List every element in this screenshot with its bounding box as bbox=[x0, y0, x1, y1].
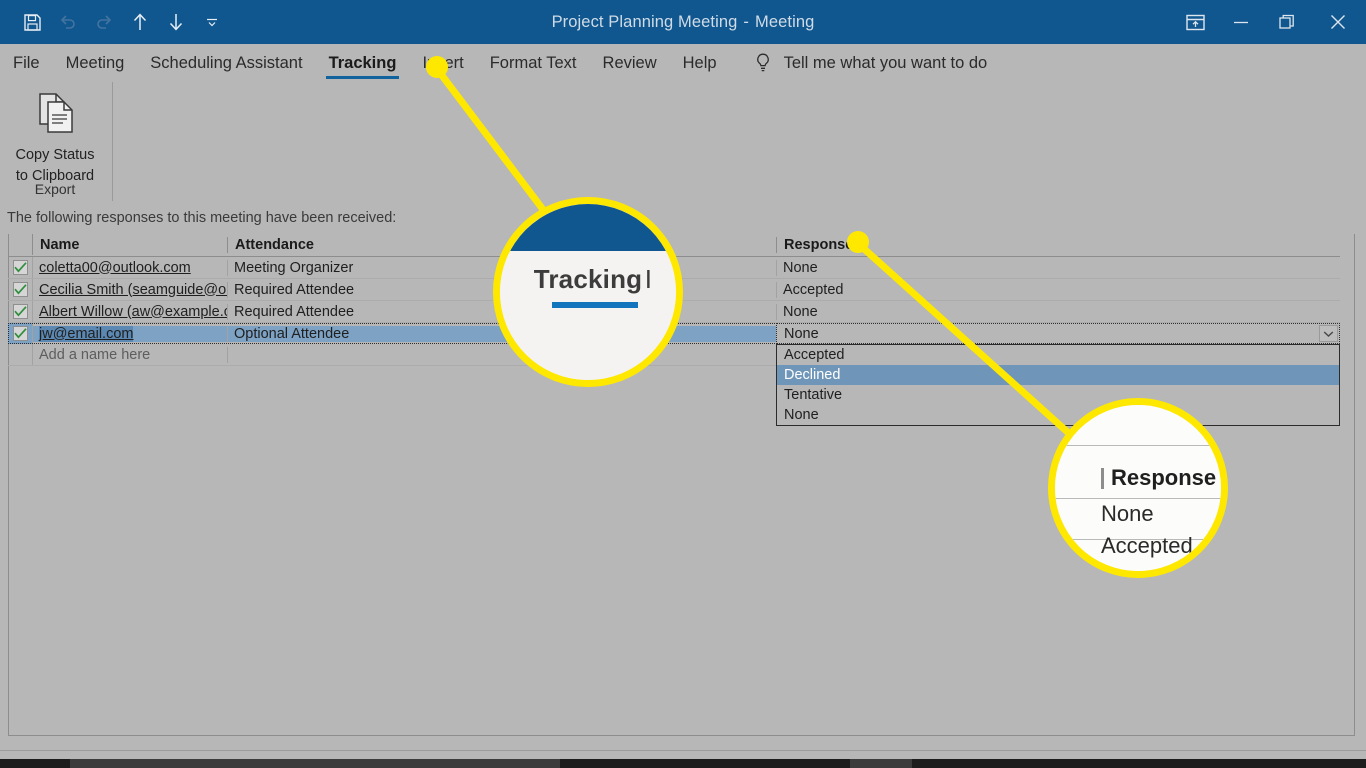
checkmark-icon bbox=[12, 304, 28, 319]
row-response[interactable]: None bbox=[777, 304, 1340, 320]
quick-access-toolbar bbox=[14, 0, 230, 44]
window-title-suffix: Meeting bbox=[755, 12, 815, 31]
header-cell-attendance[interactable]: Attendance bbox=[228, 236, 777, 253]
row-name-text: Albert Willow (aw@example.com bbox=[39, 303, 227, 320]
row-name[interactable]: Cecilia Smith (seamguide@outlo bbox=[33, 281, 228, 298]
row-checkbox-empty[interactable] bbox=[8, 344, 33, 365]
taskbar-tile[interactable] bbox=[850, 759, 912, 768]
tab-help-label: Help bbox=[682, 53, 717, 72]
tracking-table: Name Attendance Response coletta00@outlo… bbox=[8, 233, 1340, 426]
row-name-text: jw@email.com bbox=[39, 325, 134, 342]
tab-format-text-label: Format Text bbox=[489, 53, 577, 72]
response-dropdown-list[interactable]: Accepted Declined Tentative None bbox=[776, 344, 1340, 426]
dropdown-option-tentative[interactable]: Tentative bbox=[777, 385, 1339, 405]
restore-icon[interactable] bbox=[1264, 0, 1310, 44]
next-item-icon[interactable] bbox=[158, 5, 194, 39]
taskbar-tile[interactable] bbox=[70, 759, 560, 768]
row-response[interactable]: None bbox=[777, 260, 1340, 276]
add-a-name-here-cell[interactable]: Add a name here bbox=[33, 346, 228, 363]
header-cell-name[interactable]: Name bbox=[33, 236, 228, 253]
tell-me-label: Tell me what you want to do bbox=[783, 53, 988, 72]
tab-scheduling-assistant[interactable]: Scheduling Assistant bbox=[137, 44, 315, 82]
table-header-row: Name Attendance Response bbox=[8, 233, 1340, 257]
tab-tracking[interactable]: Tracking bbox=[316, 44, 410, 82]
tab-insert[interactable]: Insert bbox=[409, 44, 476, 82]
tab-insert-label: Insert bbox=[422, 53, 464, 72]
minimize-icon[interactable] bbox=[1218, 0, 1264, 44]
tab-meeting-label: Meeting bbox=[65, 53, 125, 72]
ribbon-group-export: Copy Status to Clipboard Export bbox=[0, 82, 113, 201]
row-name-text: Cecilia Smith (seamguide@outlo bbox=[39, 281, 227, 298]
redo-icon[interactable] bbox=[86, 5, 122, 39]
row-name[interactable]: Albert Willow (aw@example.com bbox=[33, 303, 228, 320]
row-attendance[interactable]: Optional Attendee bbox=[228, 325, 777, 342]
customize-quick-access-toolbar-icon[interactable] bbox=[194, 5, 230, 39]
chevron-down-icon[interactable] bbox=[1319, 325, 1338, 342]
row-attendance[interactable]: Meeting Organizer bbox=[228, 259, 777, 276]
ribbon-display-options-icon[interactable] bbox=[1172, 0, 1218, 44]
previous-item-icon[interactable] bbox=[122, 5, 158, 39]
tab-file-label: File bbox=[13, 53, 40, 72]
row-checkbox[interactable] bbox=[8, 323, 33, 344]
copy-status-line1: Copy Status bbox=[15, 147, 95, 163]
tell-me-search[interactable]: Tell me what you want to do bbox=[730, 52, 988, 74]
row-name[interactable]: coletta00@outlook.com bbox=[33, 259, 228, 276]
window-title-main: Project Planning Meeting bbox=[551, 12, 738, 31]
row-name[interactable]: jw@email.com bbox=[33, 325, 228, 342]
table-row[interactable]: Cecilia Smith (seamguide@outlo Required … bbox=[8, 279, 1340, 301]
table-row-selected[interactable]: jw@email.com Optional Attendee None Acce… bbox=[8, 323, 1340, 426]
row-response[interactable]: Accepted bbox=[777, 282, 1340, 298]
response-combobox[interactable]: None bbox=[776, 323, 1340, 344]
ribbon-tab-bar: File Meeting Scheduling Assistant Tracki… bbox=[0, 44, 1366, 82]
taskbar bbox=[0, 759, 1366, 768]
tab-help[interactable]: Help bbox=[670, 44, 730, 82]
copy-status-to-clipboard-button[interactable]: Copy Status to Clipboard bbox=[0, 90, 110, 185]
row-attendance[interactable]: Required Attendee bbox=[228, 281, 777, 298]
table-row[interactable]: coletta00@outlook.com Meeting Organizer … bbox=[8, 257, 1340, 279]
checkmark-icon bbox=[12, 326, 28, 341]
tab-file[interactable]: File bbox=[0, 44, 53, 82]
row-attendance[interactable]: Required Attendee bbox=[228, 303, 777, 320]
response-combobox-value: None bbox=[784, 325, 819, 342]
header-cell-checkbox bbox=[8, 234, 33, 255]
tab-tracking-label: Tracking bbox=[328, 53, 397, 72]
responses-received-note: The following responses to this meeting … bbox=[7, 210, 397, 226]
window-title-separator: - bbox=[743, 12, 750, 31]
row-checkbox[interactable] bbox=[8, 279, 33, 300]
close-icon[interactable] bbox=[1310, 0, 1366, 44]
row-name-text: coletta00@outlook.com bbox=[39, 259, 191, 276]
tracking-pane: The following responses to this meeting … bbox=[0, 201, 1366, 750]
title-bar: Project Planning Meeting - Meeting bbox=[0, 0, 1366, 44]
copy-status-to-clipboard-icon bbox=[28, 90, 82, 143]
row-checkbox[interactable] bbox=[8, 301, 33, 322]
tab-review[interactable]: Review bbox=[590, 44, 670, 82]
row-checkbox[interactable] bbox=[8, 257, 33, 278]
checkmark-icon bbox=[12, 260, 28, 275]
tab-review-label: Review bbox=[602, 53, 657, 72]
tab-format-text[interactable]: Format Text bbox=[477, 44, 590, 82]
ribbon-body: Copy Status to Clipboard Export bbox=[0, 82, 1366, 201]
dropdown-option-declined[interactable]: Declined bbox=[777, 365, 1339, 385]
save-icon[interactable] bbox=[14, 5, 50, 39]
ribbon: File Meeting Scheduling Assistant Tracki… bbox=[0, 44, 1366, 245]
undo-icon[interactable] bbox=[50, 5, 86, 39]
dropdown-option-accepted[interactable]: Accepted bbox=[777, 345, 1339, 365]
window-controls bbox=[1172, 0, 1366, 44]
ribbon-group-label-export: Export bbox=[34, 181, 76, 197]
tab-meeting[interactable]: Meeting bbox=[53, 44, 138, 82]
tab-scheduling-assistant-label: Scheduling Assistant bbox=[150, 53, 303, 72]
lightbulb-icon bbox=[754, 52, 772, 74]
dropdown-option-none[interactable]: None bbox=[777, 405, 1339, 425]
checkmark-icon bbox=[12, 282, 28, 297]
header-cell-response[interactable]: Response bbox=[777, 237, 1340, 253]
table-row[interactable]: Albert Willow (aw@example.com Required A… bbox=[8, 301, 1340, 323]
